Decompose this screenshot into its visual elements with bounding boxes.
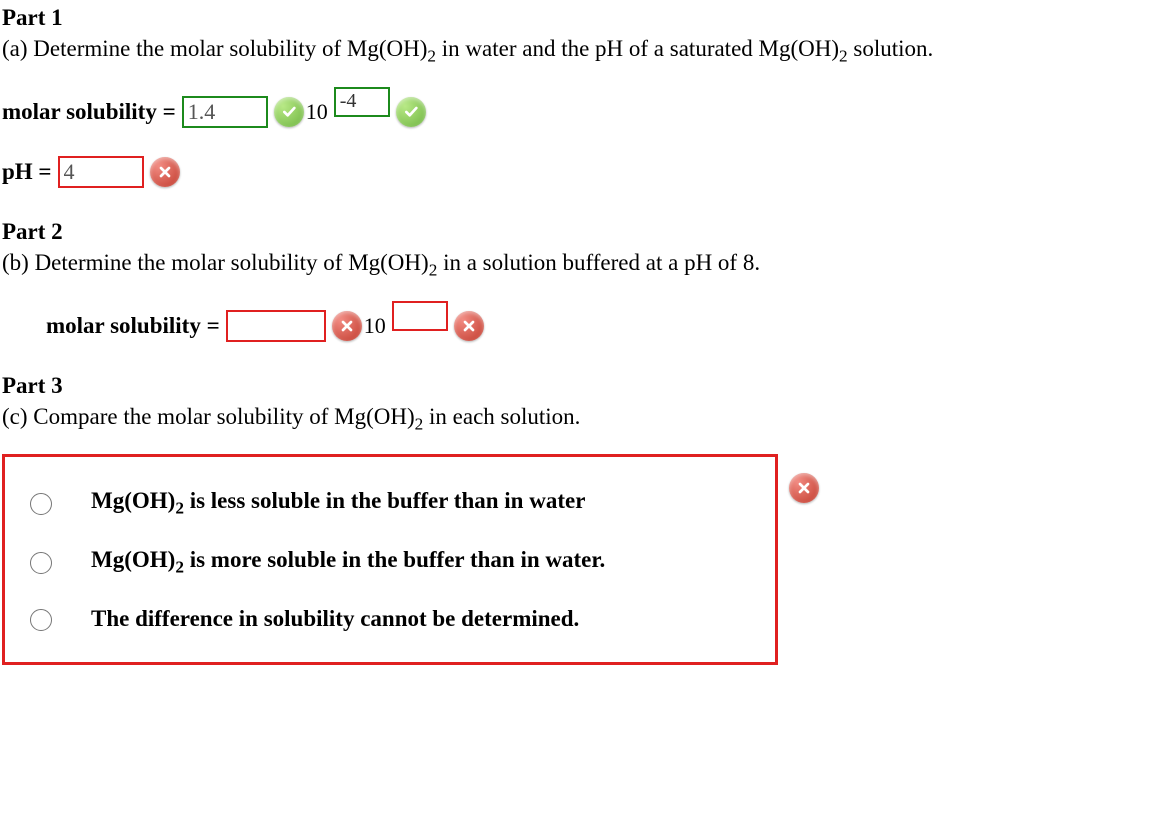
part2-header: Part 2 [2,216,1154,247]
subscript: 2 [415,414,424,433]
molar-exponent-input[interactable] [392,301,448,331]
part2-prompt: (b) Determine the molar solubility of Mg… [2,247,1154,282]
molar-solubility-label: molar solubility = [2,96,176,127]
text: is more soluble in the buffer than in wa… [184,547,605,572]
times-ten-label: 10 [364,311,386,341]
text: in water and the pH of a saturated Mg(OH… [436,36,839,61]
option-1-label: Mg(OH)2 is less soluble in the buffer th… [91,485,585,520]
text: solution. [848,36,934,61]
text: Mg(OH) [91,547,175,572]
ph-label: pH = [2,156,52,187]
text: is less soluble in the buffer than in wa… [184,488,585,513]
part1-prompt: (a) Determine the molar solubility of Mg… [2,33,1154,68]
check-icon [396,97,426,127]
cross-icon [150,157,180,187]
option-3-label: The difference in solubility cannot be d… [91,603,579,634]
molar-coefficient-input[interactable] [182,96,268,128]
subscript: 2 [175,498,184,517]
text: (a) Determine the molar solubility of Mg… [2,36,427,61]
subscript: 2 [175,557,184,576]
subscript: 2 [427,47,436,66]
part3-prompt: (c) Compare the molar solubility of Mg(O… [2,401,1154,436]
option-2-radio[interactable] [30,552,52,574]
part2-molar-row: molar solubility = 10 [46,310,1154,342]
option-3[interactable]: The difference in solubility cannot be d… [17,591,763,646]
cross-icon [332,311,362,341]
text: (b) Determine the molar solubility of Mg… [2,250,429,275]
ph-input[interactable] [58,156,144,188]
text: Mg(OH) [91,488,175,513]
molar-exponent-input[interactable] [334,87,390,117]
option-2-label: Mg(OH)2 is more soluble in the buffer th… [91,544,605,579]
option-1-radio[interactable] [30,493,52,515]
molar-coefficient-input[interactable] [226,310,326,342]
part1-ph-row: pH = [2,156,1154,188]
option-1[interactable]: Mg(OH)2 is less soluble in the buffer th… [17,473,763,532]
options-box: Mg(OH)2 is less soluble in the buffer th… [2,454,778,665]
molar-solubility-label: molar solubility = [46,310,220,341]
times-ten-label: 10 [306,97,328,127]
check-icon [274,97,304,127]
cross-icon [454,311,484,341]
option-3-radio[interactable] [30,609,52,631]
part3-header: Part 3 [2,370,1154,401]
part1-header: Part 1 [2,2,1154,33]
text: (c) Compare the molar solubility of Mg(O… [2,404,415,429]
part1-molar-row: molar solubility = 10 [2,96,1154,128]
cross-icon [789,473,819,503]
option-2[interactable]: Mg(OH)2 is more soluble in the buffer th… [17,532,763,591]
subscript: 2 [839,47,848,66]
text: in a solution buffered at a pH of 8. [437,250,760,275]
text: in each solution. [423,404,580,429]
